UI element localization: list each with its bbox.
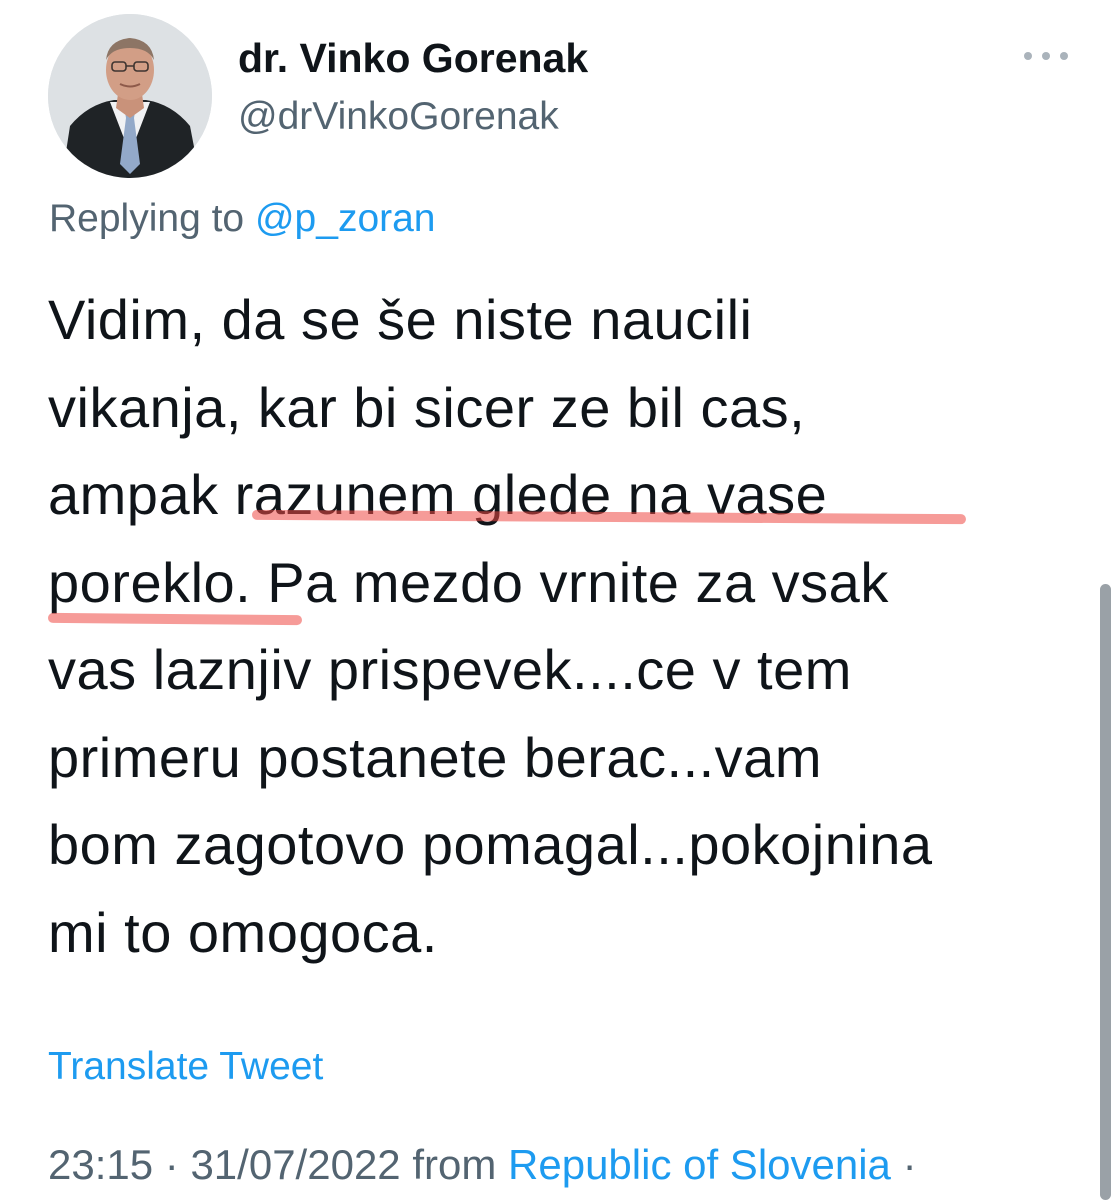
tweet-text: Vidim, da se še niste naucili vikanja, k…	[48, 276, 1098, 976]
replying-to-label: Replying to	[49, 197, 245, 240]
tweet-line: poreklo. Pa mezdo vrnite za vsak	[48, 550, 889, 614]
tweet-line: ampak razunem glede na vase	[48, 463, 828, 526]
replying-to-line: Replying to @p_zoran	[49, 196, 436, 242]
tweet-metadata: 23:15 · 31/07/2022 from Republic of Slov…	[48, 1140, 917, 1190]
more-options-button[interactable]	[1018, 38, 1074, 74]
tweet-line: bom zagotovo pomagal...pokojnina	[48, 813, 933, 876]
source-location-link[interactable]: Republic of Slovenia	[508, 1141, 891, 1188]
tweet-line: primeru postanete berac...vam	[48, 725, 822, 789]
tweet-line: vikanja, kar bi sicer ze bil cas,	[48, 375, 806, 439]
tweet-time[interactable]: 23:15	[48, 1141, 153, 1188]
meta-separator: ·	[164, 1141, 179, 1188]
meta-trailing-dot: ·	[902, 1141, 917, 1188]
more-horizontal-icon	[1024, 52, 1032, 60]
avatar[interactable]	[48, 14, 212, 178]
tweet-line: vas laznjiv prispevek....ce v tem	[48, 638, 852, 701]
tweet-line: Vidim, da se še niste naucili	[48, 288, 753, 351]
scrollbar[interactable]	[1100, 584, 1111, 1200]
translate-tweet-link[interactable]: Translate Tweet	[48, 1044, 323, 1090]
tweet-line: mi to omogoca.	[48, 900, 438, 964]
profile-photo-avatar	[48, 14, 212, 178]
author-handle[interactable]: @drVinkoGorenak	[238, 94, 559, 140]
reply-mention-link[interactable]: @p_zoran	[255, 197, 436, 240]
source-prefix: from	[412, 1141, 497, 1188]
tweet-date[interactable]: 31/07/2022	[190, 1141, 400, 1188]
author-display-name[interactable]: dr. Vinko Gorenak	[238, 34, 588, 82]
